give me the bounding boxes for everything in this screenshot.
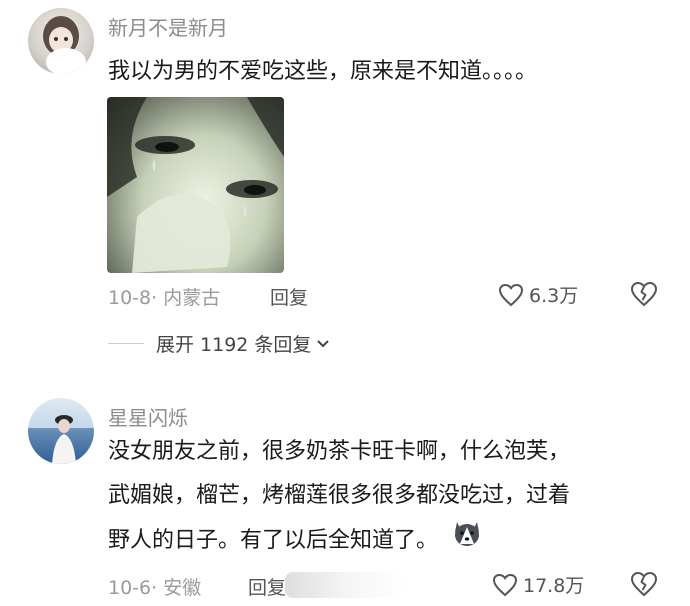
chevron-down-icon xyxy=(317,339,330,347)
like-count: 17.8万 xyxy=(523,575,585,597)
expand-replies-label: 展开 1192 条回复 xyxy=(156,334,312,356)
date-location: 10-8· 内蒙古 xyxy=(108,287,221,309)
heart-outline-icon xyxy=(498,283,524,306)
blur-overlay xyxy=(285,572,405,598)
username[interactable]: 新月不是新月 xyxy=(108,12,228,41)
date-location: 10-6· 安徽 xyxy=(108,577,202,599)
broken-heart-icon xyxy=(630,571,658,597)
divider xyxy=(108,343,144,344)
reply-button[interactable]: 回复 xyxy=(270,283,308,310)
comment-image[interactable] xyxy=(107,97,284,273)
comment-line: 野人的日子。有了以后全知道了。 xyxy=(108,518,668,564)
like-button[interactable]: 6.3万 xyxy=(498,281,578,308)
like-button[interactable]: 17.8万 xyxy=(492,571,584,598)
username[interactable]: 星星闪烁 xyxy=(108,402,188,431)
comment-line: 武媚娘，榴芒，烤榴莲很多很多都没吃过，过着 xyxy=(108,483,571,508)
husky-dog-emoji xyxy=(451,518,483,564)
comment-text: 没女朋友之前，很多奶茶卡旺卡啊，什么泡芙， 武媚娘，榴芒，烤榴莲很多很多都没吃过… xyxy=(108,430,668,564)
heart-outline-icon xyxy=(492,573,518,596)
comment-text: 我以为男的不爱吃这些，原来是不知道。。。。 xyxy=(108,59,538,84)
comment-line: 没女朋友之前，很多奶茶卡旺卡啊，什么泡芙， xyxy=(108,439,571,464)
like-count: 6.3万 xyxy=(529,285,579,307)
reply-button[interactable]: 回复 xyxy=(248,573,286,600)
comment-line-text: 野人的日子。有了以后全知道了。 xyxy=(108,528,439,553)
dislike-button[interactable] xyxy=(630,281,658,311)
avatar[interactable] xyxy=(28,398,94,464)
avatar[interactable] xyxy=(28,8,94,74)
dislike-button[interactable] xyxy=(630,571,658,601)
expand-replies[interactable]: 展开 1192 条回复 xyxy=(108,330,330,357)
broken-heart-icon xyxy=(630,281,658,307)
